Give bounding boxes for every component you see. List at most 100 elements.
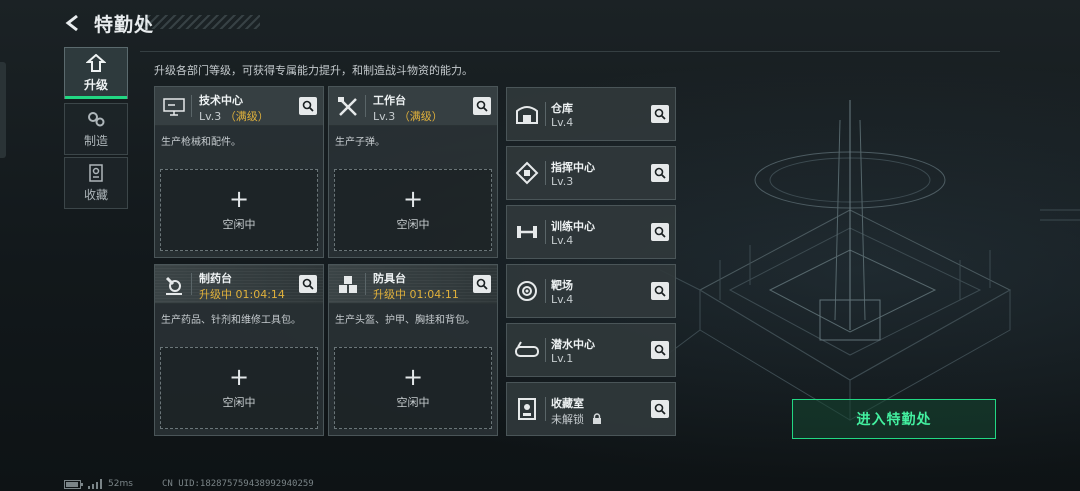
max-level-tag: （满级） bbox=[398, 110, 443, 123]
card-header: 防具台 升级中 01:04:11 bbox=[329, 265, 497, 304]
add-icon: + bbox=[402, 185, 424, 213]
add-icon: + bbox=[402, 363, 424, 391]
upgrade-timer: 升级中 01:04:14 bbox=[199, 288, 285, 301]
search-icon bbox=[654, 344, 666, 356]
facility-name: 仓库 bbox=[551, 102, 573, 115]
facility-level: Lv.4 bbox=[551, 293, 574, 306]
battery-icon bbox=[64, 479, 83, 489]
sidebar-item-label: 升级 bbox=[83, 77, 108, 92]
facility-collection-room[interactable]: 收藏室 未解锁 bbox=[506, 382, 676, 436]
slot-status: 空闲中 bbox=[222, 218, 256, 231]
search-button[interactable] bbox=[299, 97, 317, 115]
production-slot[interactable]: + 空闲中 bbox=[334, 347, 492, 429]
facility-level: 未解锁 bbox=[551, 411, 602, 427]
card-description: 生产子弹。 bbox=[335, 137, 385, 148]
target-icon bbox=[513, 277, 541, 305]
add-icon: + bbox=[228, 363, 250, 391]
facility-level: Lv.4 bbox=[551, 234, 574, 247]
locked-status: 未解锁 bbox=[551, 413, 584, 426]
command-icon bbox=[513, 159, 541, 187]
back-arrow-icon bbox=[65, 14, 78, 32]
divider bbox=[365, 273, 366, 295]
facility-warehouse[interactable]: 仓库 Lv.4 bbox=[506, 87, 676, 141]
top-divider bbox=[140, 51, 1000, 52]
facility-training-center[interactable]: 训练中心 Lv.4 bbox=[506, 205, 676, 259]
facility-name: 指挥中心 bbox=[551, 161, 595, 174]
divider bbox=[545, 220, 546, 244]
back-button[interactable] bbox=[62, 12, 84, 34]
workshop-card-armor[interactable]: 防具台 升级中 01:04:11 生产头盔、护甲、胸挂和背包。 + 空闲中 bbox=[328, 264, 498, 436]
facility-name: 收藏室 bbox=[551, 397, 584, 410]
card-name: 防具台 bbox=[373, 272, 406, 285]
card-name: 制药台 bbox=[199, 272, 232, 285]
sidebar-item-upgrade[interactable]: 升级 bbox=[64, 47, 128, 99]
search-icon bbox=[476, 100, 488, 112]
slot-status: 空闲中 bbox=[222, 396, 256, 409]
card-header: 技术中心 Lv.3 （满级） bbox=[155, 87, 323, 126]
armor-icon bbox=[335, 272, 361, 298]
search-button[interactable] bbox=[651, 223, 669, 241]
microscope-icon bbox=[161, 272, 187, 298]
search-icon bbox=[302, 100, 314, 112]
card-header: 工作台 Lv.3 （满级） bbox=[329, 87, 497, 126]
search-button[interactable] bbox=[651, 400, 669, 418]
collection-icon bbox=[89, 163, 103, 182]
search-icon bbox=[476, 278, 488, 290]
signal-icon bbox=[88, 479, 102, 489]
search-button[interactable] bbox=[299, 275, 317, 293]
title-decoration bbox=[140, 15, 260, 29]
sidebar-item-label: 制造 bbox=[83, 133, 108, 148]
sidebar-item-label: 收藏 bbox=[83, 187, 108, 202]
status-bar: 52ms bbox=[64, 479, 133, 489]
search-icon bbox=[654, 226, 666, 238]
divider bbox=[545, 338, 546, 362]
facility-diving-center[interactable]: 潜水中心 Lv.1 bbox=[506, 323, 676, 377]
card-description: 生产药品、针剂和维修工具包。 bbox=[161, 315, 301, 326]
lock-icon bbox=[592, 413, 601, 424]
facility-level: Lv.1 bbox=[551, 352, 574, 365]
search-icon bbox=[654, 403, 666, 415]
max-level-tag: （满级） bbox=[224, 110, 269, 123]
upgrade-timer: 升级中 01:04:11 bbox=[373, 288, 459, 301]
sidebar-item-collection[interactable]: 收藏 bbox=[64, 157, 128, 209]
search-icon bbox=[654, 167, 666, 179]
level-value: Lv.3 bbox=[199, 110, 222, 123]
divider bbox=[191, 273, 192, 295]
card-level: Lv.3 （满级） bbox=[373, 108, 443, 124]
card-description: 生产头盔、护甲、胸挂和背包。 bbox=[335, 315, 475, 326]
diving-mask-icon bbox=[513, 336, 541, 364]
production-slot[interactable]: + 空闲中 bbox=[160, 347, 318, 429]
upgrade-icon bbox=[86, 53, 106, 72]
facility-command-center[interactable]: 指挥中心 Lv.3 bbox=[506, 146, 676, 200]
level-value: Lv.3 bbox=[373, 110, 396, 123]
trophy-icon bbox=[513, 395, 541, 423]
warehouse-icon bbox=[513, 100, 541, 128]
card-header: 制药台 升级中 01:04:14 bbox=[155, 265, 323, 304]
search-button[interactable] bbox=[651, 341, 669, 359]
facility-level: Lv.3 bbox=[551, 175, 574, 188]
slot-status: 空闲中 bbox=[396, 396, 430, 409]
divider bbox=[545, 279, 546, 303]
production-slot[interactable]: + 空闲中 bbox=[160, 169, 318, 251]
gears-icon bbox=[88, 111, 105, 126]
search-icon bbox=[654, 108, 666, 120]
enter-special-ops-button[interactable]: 进入特勤处 bbox=[792, 399, 996, 439]
search-button[interactable] bbox=[473, 275, 491, 293]
card-description: 生产枪械和配件。 bbox=[161, 137, 241, 148]
divider bbox=[545, 161, 546, 185]
search-button[interactable] bbox=[651, 282, 669, 300]
production-slot[interactable]: + 空闲中 bbox=[334, 169, 492, 251]
divider bbox=[365, 95, 366, 117]
search-button[interactable] bbox=[651, 105, 669, 123]
facility-name: 训练中心 bbox=[551, 220, 595, 233]
facility-shooting-range[interactable]: 靶场 Lv.4 bbox=[506, 264, 676, 318]
search-button[interactable] bbox=[473, 97, 491, 115]
computer-icon bbox=[161, 94, 187, 120]
workshop-card-tech-center[interactable]: 技术中心 Lv.3 （满级） 生产枪械和配件。 + 空闲中 bbox=[154, 86, 324, 258]
workshop-card-pharmacy[interactable]: 制药台 升级中 01:04:14 生产药品、针剂和维修工具包。 + 空闲中 bbox=[154, 264, 324, 436]
workshop-card-workbench[interactable]: 工作台 Lv.3 （满级） 生产子弹。 + 空闲中 bbox=[328, 86, 498, 258]
sidebar-item-craft[interactable]: 制造 bbox=[64, 103, 128, 155]
search-button[interactable] bbox=[651, 164, 669, 182]
dumbbell-icon bbox=[513, 218, 541, 246]
card-name: 技术中心 bbox=[199, 94, 243, 107]
